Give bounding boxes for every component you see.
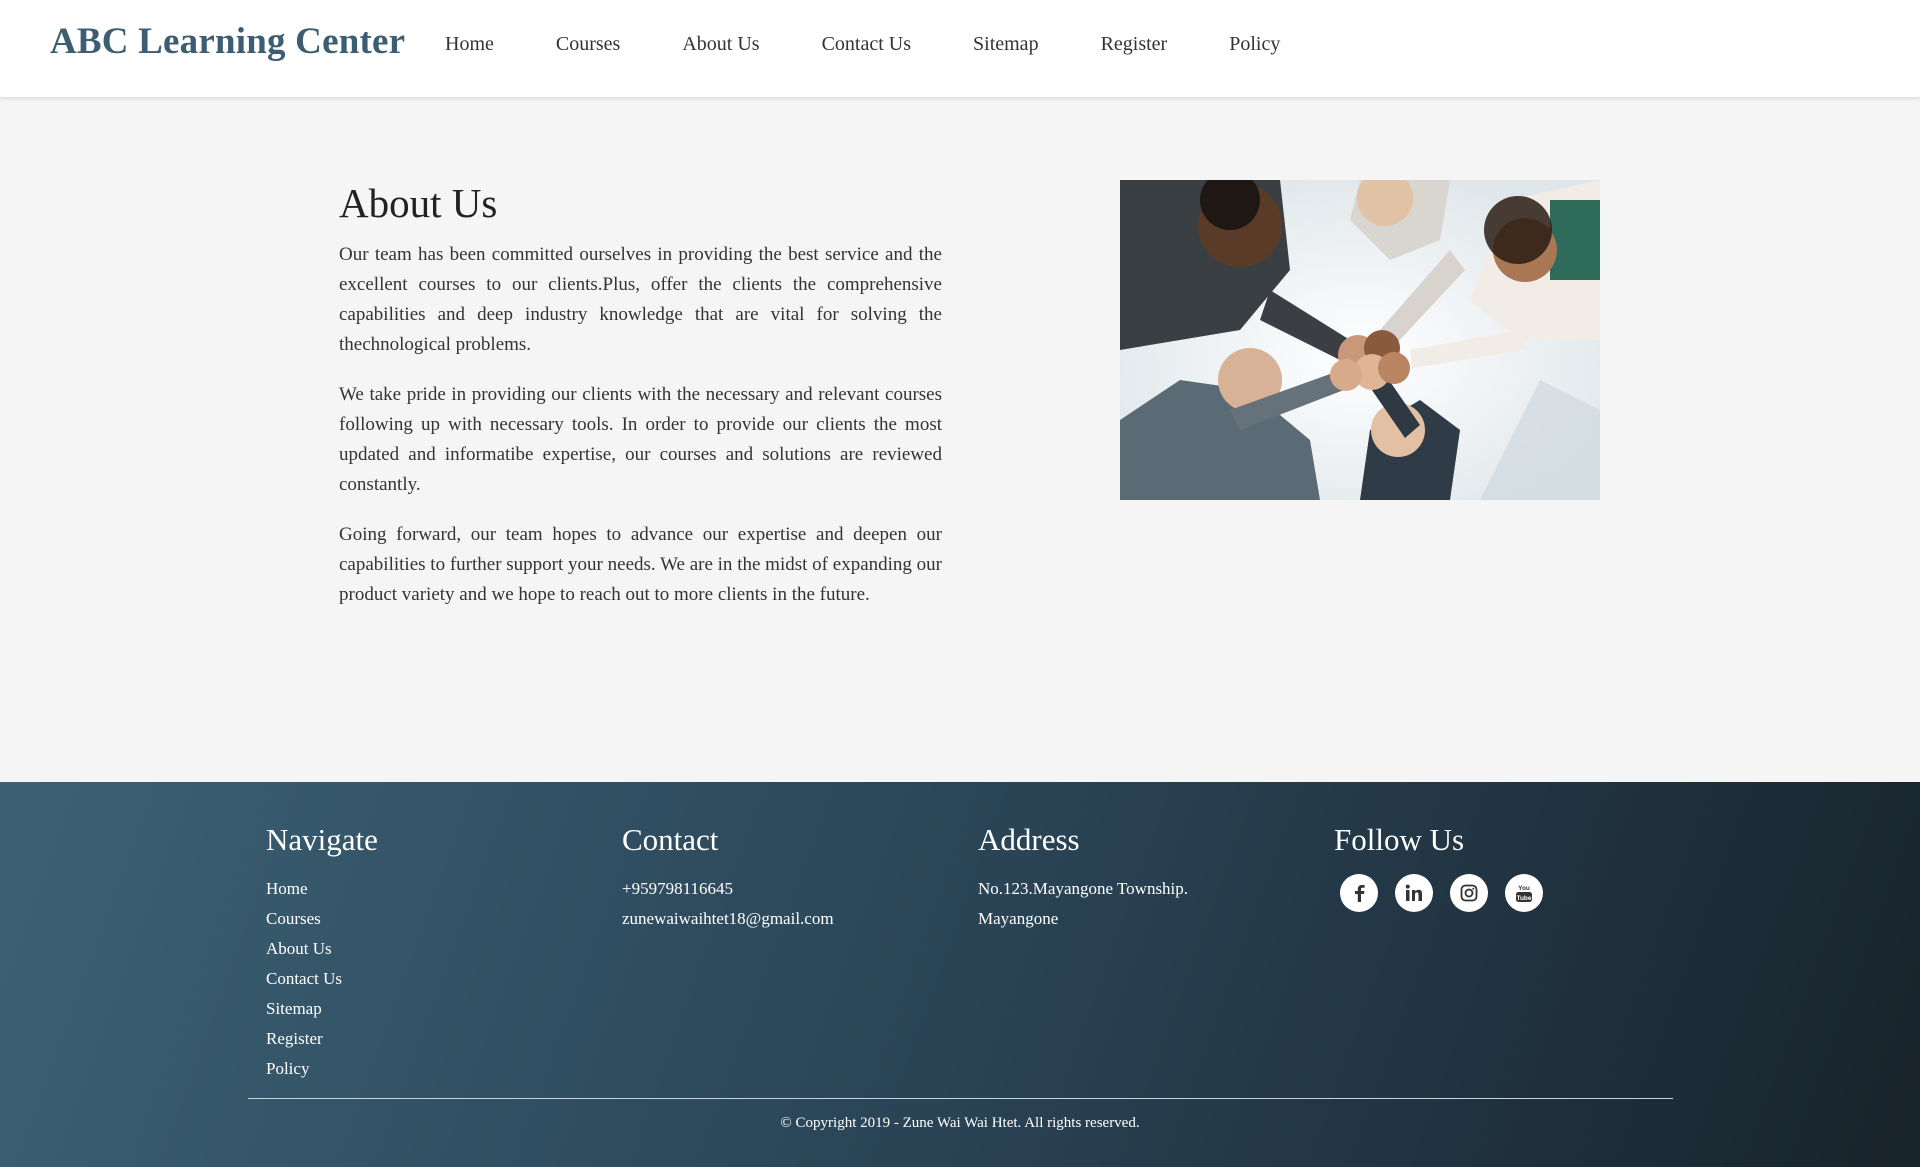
nav-courses[interactable]: Courses bbox=[556, 33, 620, 56]
about-paragraph-3: Going forward, our team hopes to advance… bbox=[339, 524, 942, 605]
linkedin-icon[interactable] bbox=[1395, 874, 1433, 912]
nav-contact-us[interactable]: Contact Us bbox=[822, 33, 911, 56]
nav-about-us[interactable]: About Us bbox=[682, 33, 759, 56]
youtube-icon[interactable]: You Tube bbox=[1505, 874, 1543, 912]
team-photo bbox=[1120, 180, 1600, 500]
footer-link-register[interactable]: Register bbox=[266, 1024, 378, 1054]
nav-policy[interactable]: Policy bbox=[1229, 33, 1280, 56]
svg-text:You: You bbox=[1518, 885, 1530, 892]
copyright-text: © Copyright 2019 - Zune Wai Wai Htet. Al… bbox=[780, 1115, 1140, 1131]
site-header: ABC Learning Center Home Courses About U… bbox=[0, 0, 1920, 97]
footer-follow: Follow Us You Tube bbox=[1334, 822, 1543, 912]
nav-home[interactable]: Home bbox=[445, 33, 494, 56]
footer-divider bbox=[248, 1098, 1673, 1099]
footer-contact-heading: Contact bbox=[622, 822, 719, 857]
nav-register[interactable]: Register bbox=[1101, 33, 1168, 56]
footer-address: Address No.123.Mayangone Township. Mayan… bbox=[978, 822, 1188, 934]
main-content: About Us Our team has been committed our… bbox=[0, 97, 1920, 782]
footer-contact: Contact +959798116645 zunewaiwaihtet18@g… bbox=[622, 822, 834, 934]
footer-link-policy[interactable]: Policy bbox=[266, 1054, 378, 1084]
address-line-2: Mayangone bbox=[978, 909, 1059, 928]
site-footer: Navigate Home Courses About Us Contact U… bbox=[0, 782, 1920, 1167]
main-nav: Home Courses About Us Contact Us Sitemap… bbox=[445, 33, 1342, 56]
footer-link-sitemap[interactable]: Sitemap bbox=[266, 994, 378, 1024]
about-paragraph-1: Our team has been committed ourselves in… bbox=[339, 244, 942, 355]
address-line-1: No.123.Mayangone Township. bbox=[978, 879, 1189, 898]
about-paragraph-2: We take pride in providing our clients w… bbox=[339, 384, 942, 495]
about-text: Our team has been committed ourselves in… bbox=[339, 240, 942, 630]
footer-link-contact-us[interactable]: Contact Us bbox=[266, 964, 378, 994]
footer-navigate-heading: Navigate bbox=[266, 822, 378, 857]
footer-address-heading: Address bbox=[978, 822, 1080, 857]
footer-link-courses[interactable]: Courses bbox=[266, 904, 378, 934]
contact-phone: +959798116645 bbox=[622, 879, 733, 898]
footer-follow-heading: Follow Us bbox=[1334, 822, 1465, 857]
nav-sitemap[interactable]: Sitemap bbox=[973, 33, 1039, 56]
contact-email: zunewaiwaihtet18@gmail.com bbox=[622, 909, 834, 928]
footer-link-home[interactable]: Home bbox=[266, 874, 378, 904]
svg-text:Tube: Tube bbox=[1516, 895, 1531, 902]
facebook-icon[interactable] bbox=[1340, 874, 1378, 912]
footer-navigate: Navigate Home Courses About Us Contact U… bbox=[266, 822, 378, 1084]
page-title: About Us bbox=[339, 180, 498, 226]
social-links: You Tube bbox=[1334, 874, 1543, 912]
instagram-icon[interactable] bbox=[1450, 874, 1488, 912]
footer-link-about-us[interactable]: About Us bbox=[266, 934, 378, 964]
brand-logo-text[interactable]: ABC Learning Center bbox=[50, 20, 405, 63]
